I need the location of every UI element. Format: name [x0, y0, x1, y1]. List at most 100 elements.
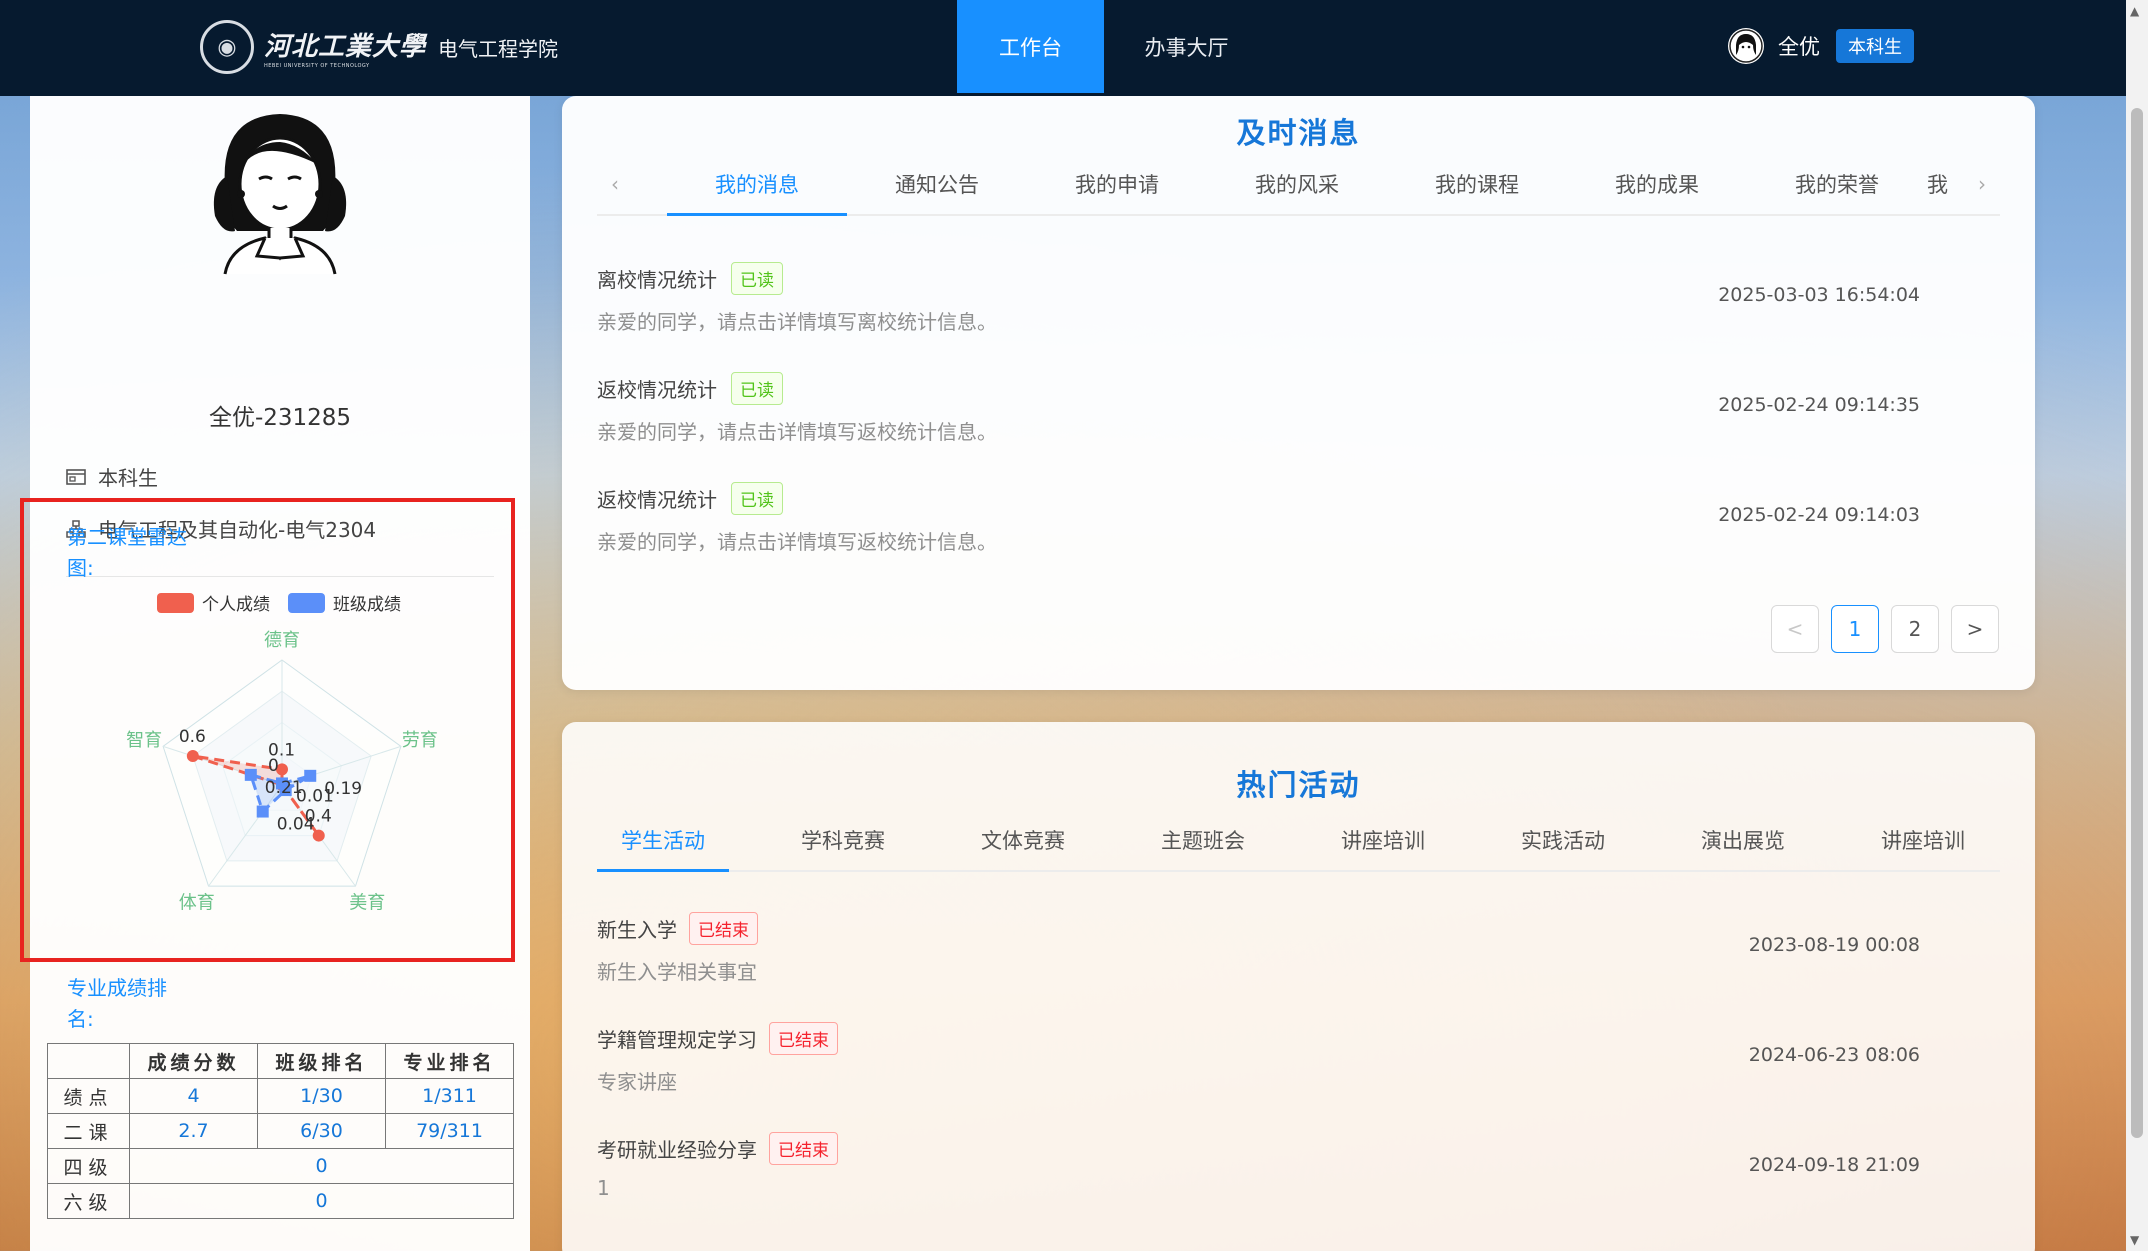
row-label-cet4: 四级	[47, 1148, 130, 1184]
list-item[interactable]: 考研就业经验分享 已结束 1 2024-09-18 21:09	[597, 1132, 2000, 1232]
top-navbar: ◉ 河北工業大學 HEBEI UNIVERSITY OF TECHNOLOGY …	[0, 0, 2126, 96]
list-item[interactable]: 新生入学 已结束 新生入学相关事宜 2023-08-19 00:08	[597, 912, 2000, 1012]
legend-personal-label: 个人成绩	[202, 595, 270, 615]
class-series-value-label: 0.19	[324, 779, 362, 799]
activity-title: 考研就业经验分享	[597, 1138, 757, 1162]
scroll-down-icon[interactable]: ▼	[2130, 1233, 2139, 1247]
message-time: 2025-02-24 09:14:03	[1718, 504, 1920, 526]
tab-notices[interactable]: 通知公告	[847, 156, 1027, 216]
list-item[interactable]: 返校情况统计 已读 亲爱的同学，请点击详情填写返校统计信息。 2025-02-2…	[597, 482, 2000, 582]
profile-name: 全优-231285	[208, 405, 352, 431]
radar-title: 第二课堂雷达图:	[67, 525, 187, 580]
user-role-badge: 本科生	[1836, 29, 1914, 63]
personal-series-value-label: 0	[268, 756, 279, 776]
legend-personal[interactable]: 个人成绩	[157, 590, 270, 615]
personal-series-point	[186, 750, 199, 763]
pagination-prev-button[interactable]: <	[1771, 605, 1819, 653]
activity-time: 2024-09-18 21:09	[1748, 1154, 1920, 1176]
tab-student-activities[interactable]: 学生活动	[597, 812, 729, 872]
user-menu[interactable]: 全优 本科生	[1728, 28, 1914, 64]
messages-tabs: ‹ 我的消息 通知公告 我的申请 我的风采 我的课程 我的成果 我的荣誉 我 ›	[597, 156, 2000, 216]
list-item[interactable]: 学籍管理规定学习 已结束 专家讲座 2024-06-23 08:06	[597, 1022, 2000, 1122]
activity-title: 新生入学	[597, 918, 677, 942]
profile-role: 本科生	[98, 466, 158, 490]
tab-practice[interactable]: 实践活动	[1497, 812, 1629, 872]
list-item[interactable]: 离校情况统计 已读 亲爱的同学，请点击详情填写离校统计信息。 2025-03-0…	[597, 262, 2000, 362]
read-tag: 已读	[731, 482, 783, 515]
cet6-value: 0	[129, 1183, 514, 1219]
tab-my-style[interactable]: 我的风采	[1207, 156, 1387, 216]
personal-series-value-label: 0.6	[179, 727, 206, 747]
message-title: 离校情况统计	[597, 268, 717, 292]
message-time: 2025-03-03 16:54:04	[1718, 284, 1920, 306]
radar-axis-label: 体育	[179, 892, 215, 913]
nav-workbench[interactable]: 工作台	[957, 0, 1104, 93]
table-row: 二课 2.7 6/30 79/311	[47, 1113, 514, 1149]
list-item[interactable]: 返校情况统计 已读 亲爱的同学，请点击详情填写返校统计信息。 2025-02-2…	[597, 372, 2000, 472]
activities-title: 热门活动	[1236, 768, 1361, 802]
tab-my-applications[interactable]: 我的申请	[1027, 156, 1207, 216]
activities-tabs: 学生活动 学科竞赛 文体竞赛 主题班会 讲座培训 实践活动 演出展览 讲座培训	[597, 812, 2000, 872]
pagination-page-2[interactable]: 2	[1891, 605, 1939, 653]
cet4-value: 0	[129, 1148, 514, 1184]
tab-sports-arts[interactable]: 文体竞赛	[957, 812, 1089, 872]
tab-my-achievements[interactable]: 我的成果	[1567, 156, 1747, 216]
pagination-next-button[interactable]: >	[1951, 605, 1999, 653]
row-label-second-class: 二课	[47, 1113, 130, 1149]
tab-my-messages[interactable]: 我的消息	[667, 156, 847, 216]
message-desc: 亲爱的同学，请点击详情填写返校统计信息。	[597, 420, 997, 444]
scroll-up-icon[interactable]: ▲	[2130, 4, 2139, 18]
university-name-en: HEBEI UNIVERSITY OF TECHNOLOGY	[264, 62, 370, 69]
tab-competitions[interactable]: 学科竞赛	[777, 812, 909, 872]
scrollbar-thumb[interactable]	[2131, 108, 2143, 1138]
class-series-value-label: 0.21	[265, 778, 303, 798]
tab-lectures-2[interactable]: 讲座培训	[1857, 812, 1989, 872]
second-class-score: 2.7	[129, 1113, 258, 1149]
page-scrollbar[interactable]: ▲ ▼	[2126, 0, 2148, 1251]
activity-desc: 1	[597, 1176, 610, 1200]
message-time: 2025-02-24 09:14:35	[1718, 394, 1920, 416]
legend-class-label: 班级成绩	[333, 595, 401, 615]
tab-my-honors[interactable]: 我的荣誉	[1747, 156, 1927, 216]
university-name: 河北工業大學	[264, 31, 427, 62]
university-logo[interactable]: ◉ 河北工業大學 HEBEI UNIVERSITY OF TECHNOLOGY …	[200, 20, 558, 74]
user-avatar[interactable]	[1728, 28, 1764, 64]
main-nav: 工作台 办事大厅	[957, 0, 1269, 93]
nav-service-hall[interactable]: 办事大厅	[1104, 0, 1269, 93]
tab-class-meetings[interactable]: 主题班会	[1137, 812, 1269, 872]
table-header-score: 成绩分数	[129, 1043, 258, 1079]
read-tag: 已读	[731, 262, 783, 295]
profile-avatar	[205, 106, 355, 276]
class-series-point	[244, 768, 257, 781]
activity-desc: 新生入学相关事宜	[597, 960, 757, 984]
pagination-page-1[interactable]: 1	[1831, 605, 1879, 653]
ranking-table: 成绩分数 班级排名 专业排名 绩点 4 1/30 1/311 二课 2.7 6/…	[47, 1043, 514, 1219]
messages-title: 及时消息	[1236, 116, 1361, 150]
table-header-row: 成绩分数 班级排名 专业排名	[47, 1043, 514, 1079]
tab-lectures[interactable]: 讲座培训	[1317, 812, 1449, 872]
tab-my-courses[interactable]: 我的课程	[1387, 156, 1567, 216]
profile-role-row: 本科生	[66, 462, 158, 491]
university-seal-icon: ◉	[200, 20, 254, 74]
message-desc: 亲爱的同学，请点击详情填写离校统计信息。	[597, 310, 997, 334]
activity-title: 学籍管理规定学习	[597, 1028, 757, 1052]
legend-personal-swatch	[157, 592, 194, 613]
tabs-next-icon[interactable]: ›	[1978, 172, 1986, 196]
ended-tag: 已结束	[769, 1022, 838, 1055]
tab-more[interactable]: 我	[1927, 156, 1967, 216]
radar-axis-label: 劳育	[402, 730, 438, 751]
user-avatar-icon	[1729, 29, 1763, 63]
tab-performances[interactable]: 演出展览	[1677, 812, 1809, 872]
row-label-gpa: 绩点	[47, 1078, 130, 1114]
radar-legend: 个人成绩 班级成绩	[157, 590, 419, 615]
legend-class[interactable]: 班级成绩	[288, 590, 401, 615]
ranking-title: 专业成绩排名:	[67, 976, 167, 1031]
activity-desc: 专家讲座	[597, 1070, 677, 1094]
table-row: 六级 0	[47, 1183, 514, 1219]
ended-tag: 已结束	[689, 912, 758, 945]
radar-axis-label: 美育	[349, 892, 385, 913]
tabs-prev-icon[interactable]: ‹	[611, 172, 619, 196]
message-title: 返校情况统计	[597, 378, 717, 402]
activity-time: 2024-06-23 08:06	[1748, 1044, 1920, 1066]
table-header-major-rank: 专业排名	[385, 1043, 514, 1079]
